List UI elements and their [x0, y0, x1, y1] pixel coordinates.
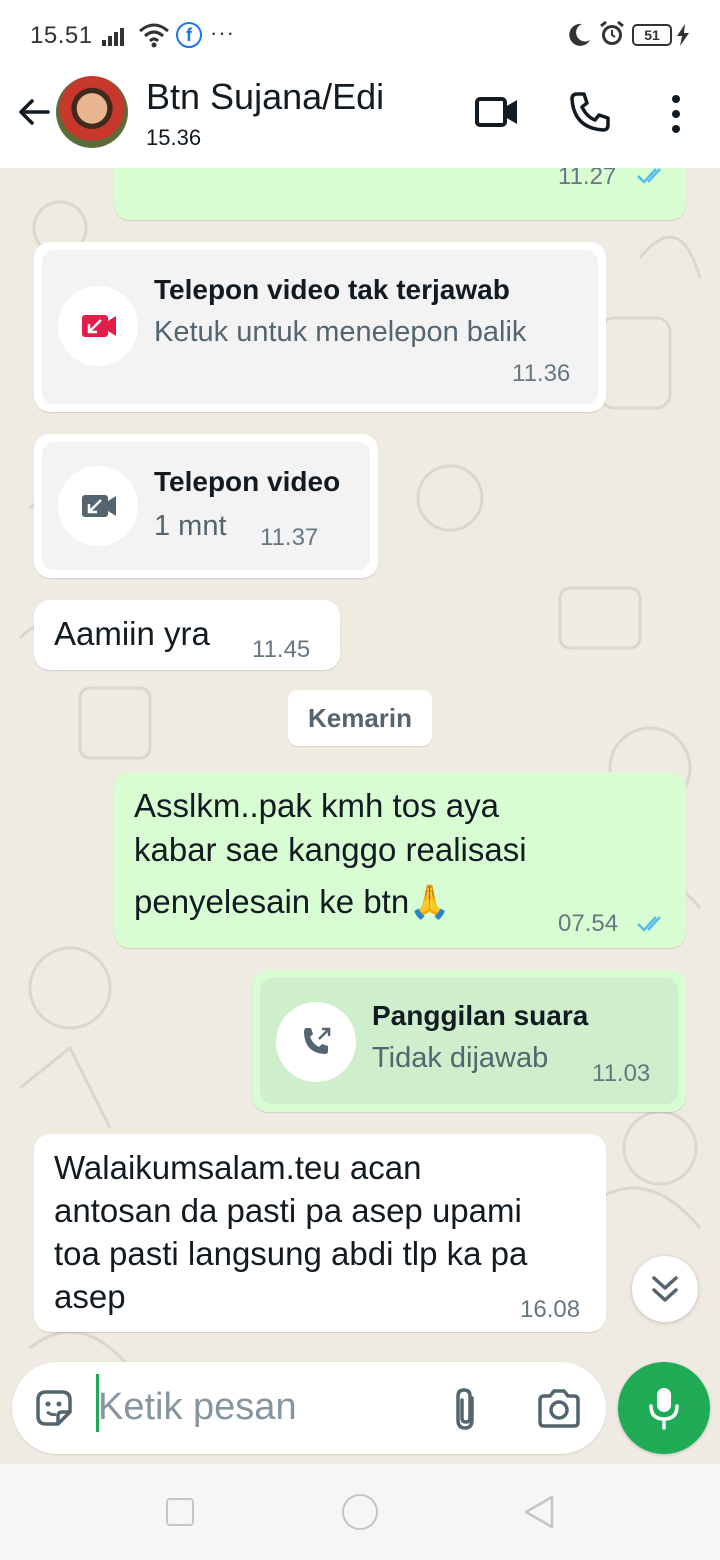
contact-last-seen[interactable]: 15.36 — [146, 125, 201, 151]
message-bubble-outgoing[interactable]: Asslkm..pak kmh tos aya kabar sae kanggo… — [114, 772, 686, 948]
recent-apps-icon[interactable] — [166, 1498, 194, 1526]
avatar[interactable] — [56, 76, 128, 148]
missed-video-call-card[interactable]: Telepon video tak terjawab Ketuk untuk m… — [42, 250, 598, 404]
call-icon-circle — [58, 286, 138, 366]
read-receipt-icon — [637, 916, 661, 932]
message-bubble-incoming[interactable]: Walaikumsalam.teu acan antosan da pasti … — [34, 1134, 606, 1332]
message-text: Aamiin yra — [54, 615, 210, 652]
more-notifications-icon: ··· — [210, 20, 235, 45]
chat-header: Btn Sujana/Edi 15.36 — [0, 70, 720, 168]
message-composer — [12, 1362, 606, 1454]
message-input[interactable] — [98, 1376, 428, 1438]
battery-icon: 51 — [632, 24, 672, 46]
voice-record-button[interactable] — [618, 1362, 710, 1454]
call-subtitle: Ketuk untuk menelepon balik — [154, 316, 527, 348]
attachment-icon[interactable] — [448, 1386, 484, 1432]
call-icon-circle — [276, 1002, 356, 1082]
facebook-icon: f — [176, 22, 202, 48]
missed-video-call-icon — [82, 315, 116, 337]
message-time: 07.54 — [558, 910, 619, 937]
message-line: toa pasti langsung abdi tlp ka pa — [54, 1235, 528, 1272]
contact-name[interactable]: Btn Sujana/Edi — [146, 76, 384, 118]
alarm-icon — [600, 20, 624, 45]
call-title: Panggilan suara — [372, 1000, 589, 1031]
message-bubble-incoming[interactable]: Aamiin yra 11.45 — [34, 600, 340, 670]
microphone-icon — [649, 1388, 679, 1430]
voice-call-card[interactable]: Panggilan suara Tidak dijawab 11.03 — [260, 978, 678, 1104]
home-icon[interactable] — [342, 1494, 378, 1530]
message-line: Asslkm..pak kmh tos aya — [134, 787, 499, 824]
message-time: 11.37 — [260, 524, 319, 551]
outgoing-voice-call-icon — [304, 1027, 331, 1054]
chat-area[interactable]: 11.27 Telepon video tak terjawab Ketuk u… — [0, 168, 720, 1460]
do-not-disturb-icon — [569, 23, 590, 46]
message-bubble-incoming[interactable]: Telepon video tak terjawab Ketuk untuk m… — [34, 242, 606, 412]
message-line: antosan da pasti pa asep upami — [54, 1192, 522, 1229]
scroll-to-bottom-button[interactable] — [632, 1256, 698, 1322]
message-line: Walaikumsalam.teu acan — [54, 1149, 422, 1186]
message-line: penyelesain ke btn🙏 — [134, 883, 451, 920]
double-chevron-down-icon — [652, 1276, 678, 1302]
video-call-card[interactable]: Telepon video 1 mnt 11.37 — [42, 442, 370, 570]
message-bubble-incoming[interactable]: Telepon video 1 mnt 11.37 — [34, 434, 378, 578]
nav-back-icon[interactable] — [522, 1494, 556, 1530]
message-time: 11.27 — [558, 168, 617, 190]
message-bubble-outgoing[interactable]: Panggilan suara Tidak dijawab 11.03 — [252, 970, 686, 1112]
wifi-icon — [139, 23, 169, 48]
status-time: 15.51 — [30, 22, 93, 49]
call-icon-circle — [58, 466, 138, 546]
date-separator: Kemarin — [288, 690, 432, 746]
message-time: 11.45 — [252, 636, 311, 663]
message-line: kabar sae kanggo realisasi — [134, 831, 527, 868]
camera-icon[interactable] — [536, 1386, 582, 1430]
message-line: asep — [54, 1278, 126, 1315]
signal-icon — [102, 28, 124, 46]
voice-call-icon[interactable] — [568, 90, 612, 134]
back-arrow-icon[interactable] — [14, 92, 54, 132]
message-time: 11.03 — [592, 1060, 651, 1087]
call-title: Telepon video — [154, 466, 341, 497]
more-vertical-icon[interactable] — [664, 92, 688, 136]
call-status: Tidak dijawab — [372, 1042, 549, 1074]
call-duration: 1 mnt — [154, 510, 227, 542]
status-bar: 15.51 f ··· 51 — [0, 0, 720, 70]
message-bubble-outgoing[interactable]: 11.27 — [114, 168, 686, 220]
read-receipt-icon — [637, 168, 661, 184]
system-nav-bar — [0, 1464, 720, 1560]
call-title: Telepon video tak terjawab — [154, 274, 510, 305]
message-time: 11.36 — [512, 360, 571, 387]
message-time: 16.08 — [520, 1296, 581, 1323]
sticker-emoji-icon[interactable] — [32, 1386, 76, 1430]
video-call-icon[interactable] — [474, 92, 520, 132]
charging-icon — [677, 24, 689, 46]
incoming-video-call-icon — [82, 495, 116, 517]
